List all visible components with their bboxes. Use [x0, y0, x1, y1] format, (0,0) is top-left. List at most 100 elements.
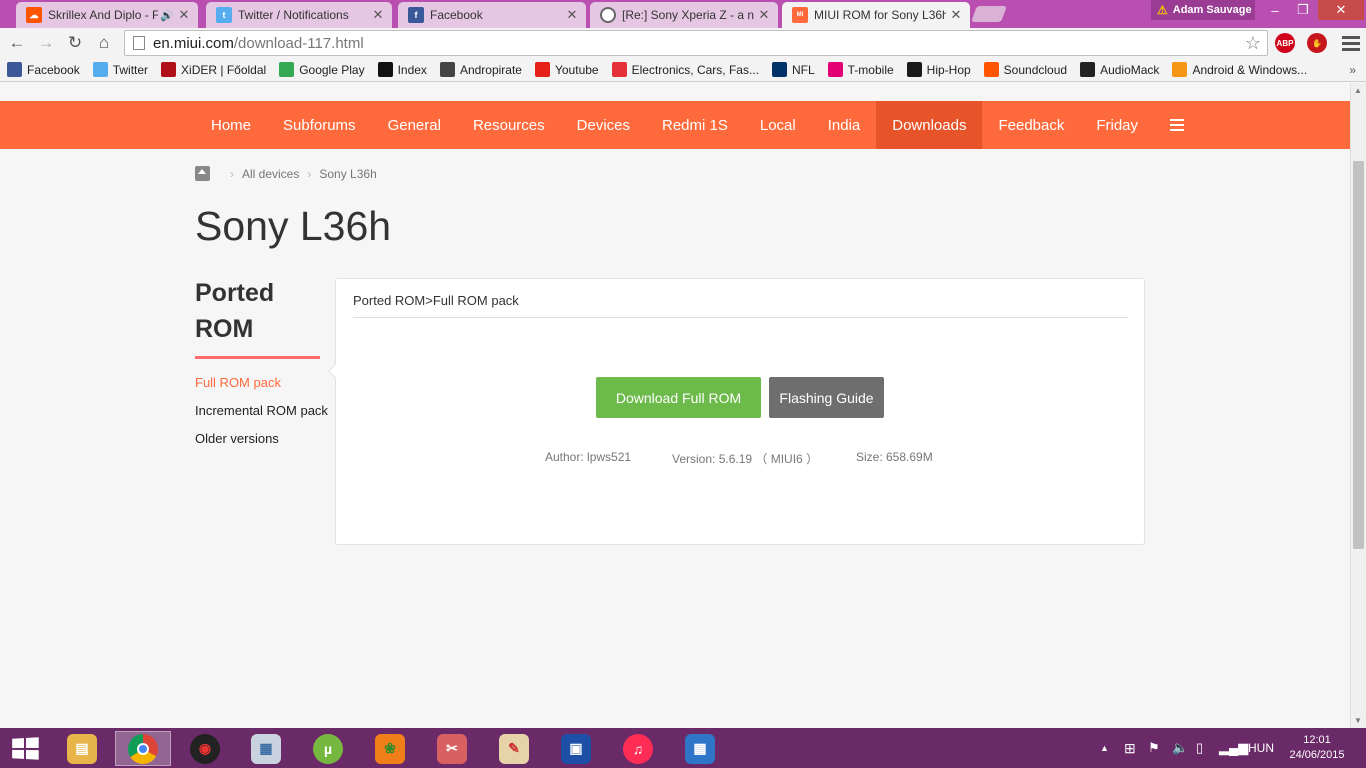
bookmark-item[interactable]: Index: [377, 62, 427, 77]
scrollbar-thumb[interactable]: [1353, 161, 1364, 549]
bookmarks-overflow-button[interactable]: »: [1349, 63, 1356, 77]
bookmark-item[interactable]: Andropirate: [439, 62, 522, 77]
speaker-icon[interactable]: 🔊: [160, 9, 174, 22]
bookmark-item[interactable]: Facebook: [7, 62, 80, 77]
download-panel: Ported ROM>Full ROM pack Download Full R…: [327, 278, 1145, 545]
taskbar-snipping-tool[interactable]: ✂: [424, 731, 480, 766]
home-button[interactable]: ⌂: [93, 31, 115, 55]
download-full-rom-button[interactable]: Download Full ROM: [596, 377, 761, 418]
profile-name: Adam Sauvage: [1172, 4, 1252, 16]
windows-taskbar: ▤ ◉ ▦ µ ❀ ✂ ✎ ▣ ♫ ▦ ▲ ⊞ ⚑ 🔈 ▯ ▂▄▆ HUN 12…: [0, 728, 1366, 768]
site-nav: Home Subforums General Resources Devices Redm…: [0, 101, 1350, 149]
tab-twitter[interactable]: t Twitter / Notifications ✕: [206, 2, 392, 28]
sidebar-item-incremental-rom[interactable]: Incremental ROM pack: [195, 397, 335, 425]
adblock-plus-icon[interactable]: ABP: [1275, 33, 1295, 53]
clock[interactable]: 12:01 24/06/2015: [1284, 733, 1350, 763]
forward-button[interactable]: →: [35, 31, 57, 55]
nav-item-general[interactable]: General: [372, 101, 457, 149]
chrome-icon: [128, 733, 158, 764]
minimize-button[interactable]: –: [1262, 0, 1288, 20]
bookmark-star-icon[interactable]: ☆: [1245, 33, 1261, 54]
scroll-down-icon[interactable]: ▼: [1354, 716, 1362, 725]
bookmark-item[interactable]: Electronics, Cars, Fas...: [611, 62, 759, 77]
flag-icon[interactable]: ⚑: [1148, 728, 1160, 768]
taskbar-utorrent[interactable]: µ: [300, 731, 356, 766]
youtube-icon: [534, 62, 550, 77]
url-host: en.miui.com: [153, 34, 234, 52]
tab-miui-rom[interactable]: MI MIUI ROM for Sony L36h ✕: [782, 2, 970, 28]
taskbar-calculator[interactable]: ▦: [672, 731, 728, 766]
taskbar-record-app[interactable]: ◉: [177, 731, 233, 766]
bookmark-item[interactable]: Android & Windows...: [1172, 62, 1307, 77]
bookmark-item[interactable]: AudioMack: [1080, 62, 1159, 77]
network-icon[interactable]: ▂▄▆: [1219, 728, 1248, 768]
nav-item-local[interactable]: Local: [744, 101, 812, 149]
soundcloud-icon: ☁: [26, 7, 42, 23]
taskbar-save-app[interactable]: ▣: [548, 731, 604, 766]
nav-menu-list-icon[interactable]: [1154, 101, 1200, 149]
windows-start-icon[interactable]: [12, 737, 39, 760]
taskbar-presentation[interactable]: ▦: [238, 731, 294, 766]
tab-skrillex[interactable]: ☁ Skrillex And Diplo - Fel 🔊 ✕: [16, 2, 198, 28]
breadcrumb-all-devices[interactable]: All devices: [242, 167, 299, 181]
battery-icon[interactable]: ▯: [1196, 728, 1203, 768]
close-icon[interactable]: ✕: [178, 7, 190, 23]
volume-icon[interactable]: 🔈: [1172, 728, 1188, 768]
bookmark-item[interactable]: Soundcloud: [983, 62, 1067, 77]
language-indicator[interactable]: HUN: [1248, 728, 1274, 768]
new-tab-button[interactable]: [971, 6, 1007, 22]
taskbar-itunes[interactable]: ♫: [610, 731, 666, 766]
clock-date: 24/06/2015: [1289, 749, 1345, 761]
sidebar-item-older-versions[interactable]: Older versions: [195, 425, 335, 453]
nav-item-home[interactable]: Home: [195, 101, 267, 149]
nav-item-subforums[interactable]: Subforums: [267, 101, 372, 149]
nav-item-feedback[interactable]: Feedback: [982, 101, 1080, 149]
taskbar-fl-studio[interactable]: ❀: [362, 731, 418, 766]
profile-button[interactable]: ⚠ Adam Sauvage: [1151, 0, 1255, 20]
stop-icon[interactable]: ✋: [1307, 33, 1327, 53]
sidebar-heading: Ported ROM: [195, 275, 320, 359]
bookmark-item[interactable]: T-mobile: [827, 62, 894, 77]
bookmark-item[interactable]: Hip-Hop: [906, 62, 971, 77]
taskbar-paint[interactable]: ✎: [486, 731, 542, 766]
bookmark-item[interactable]: NFL: [771, 62, 815, 77]
nav-item-friday[interactable]: Friday: [1080, 101, 1154, 149]
taskbar-file-explorer[interactable]: ▤: [54, 731, 110, 766]
chrome-menu-button[interactable]: [1342, 32, 1360, 54]
taskbar-chrome[interactable]: [115, 731, 171, 766]
back-button[interactable]: ←: [6, 31, 28, 55]
bookmark-item[interactable]: XiDER | Főoldal: [161, 62, 266, 77]
nav-item-redmi-1s[interactable]: Redmi 1S: [646, 101, 744, 149]
tray-overflow-icon[interactable]: ▲: [1100, 728, 1109, 768]
sidebar-item-full-rom[interactable]: Full ROM pack: [195, 369, 335, 397]
page-scrollbar[interactable]: ▲ ▼: [1350, 83, 1366, 728]
nav-item-devices[interactable]: Devices: [561, 101, 646, 149]
bookmarks-bar: Facebook Twitter XiDER | Főoldal Google Pla…: [0, 58, 1366, 82]
reload-button[interactable]: ↻: [64, 31, 86, 55]
breadcrumb-separator: ›: [230, 166, 234, 181]
close-icon[interactable]: ✕: [758, 7, 770, 23]
close-window-button[interactable]: ✕: [1318, 0, 1364, 20]
nav-item-resources[interactable]: Resources: [457, 101, 561, 149]
home-icon[interactable]: [195, 166, 210, 181]
bookmark-item[interactable]: Twitter: [92, 62, 148, 77]
bookmark-item[interactable]: Youtube: [534, 62, 599, 77]
bookmark-label: T-mobile: [847, 62, 894, 77]
nav-item-india[interactable]: India: [812, 101, 877, 149]
restore-button[interactable]: ❐: [1290, 0, 1316, 20]
tab-facebook[interactable]: f Facebook ✕: [398, 2, 586, 28]
windows-icon[interactable]: ⊞: [1124, 728, 1136, 768]
bookmark-label: Youtube: [554, 62, 599, 77]
warning-icon: ⚠: [1157, 3, 1168, 17]
scroll-up-icon[interactable]: ▲: [1354, 86, 1362, 95]
close-icon[interactable]: ✕: [372, 7, 384, 23]
close-icon[interactable]: ✕: [950, 7, 962, 23]
bookmark-label: Android & Windows...: [1192, 62, 1308, 77]
close-icon[interactable]: ✕: [566, 7, 578, 23]
bookmark-item[interactable]: Google Play: [279, 62, 365, 77]
tab-xperia-forum[interactable]: [Re:] Sony Xperia Z - a nac ✕: [590, 2, 778, 28]
flashing-guide-button[interactable]: Flashing Guide: [769, 377, 884, 418]
address-bar[interactable]: en.miui.com/download-117.html ☆: [124, 30, 1268, 56]
nav-item-downloads[interactable]: Downloads: [876, 101, 983, 149]
record-app-icon: ◉: [190, 733, 220, 764]
